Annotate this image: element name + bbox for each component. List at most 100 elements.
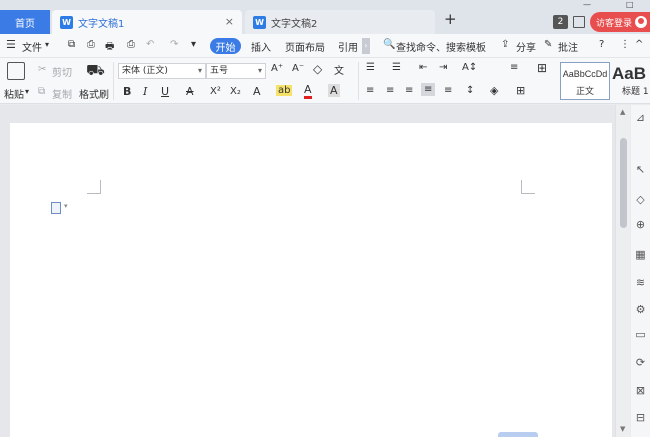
style-normal[interactable]: AaBbCcDd 正文: [560, 62, 610, 100]
maximize-button[interactable]: □: [626, 0, 634, 10]
paste-icon[interactable]: [7, 62, 25, 80]
outdent-button[interactable]: ⇤: [419, 62, 427, 73]
menu-bar: ☰ 文件 ▾ ⧉ ⎙ 🖶 ⎙ ↶ ↷ ▾ 开始 插入 页面布局 引用 › 🔍 查…: [0, 34, 650, 58]
more-options-icon[interactable]: ⋮: [620, 39, 630, 50]
align-center-button[interactable]: ≡: [386, 85, 394, 96]
guest-login-button[interactable]: 访客登录: [590, 12, 650, 32]
font-color-button[interactable]: A: [304, 84, 312, 99]
paste-button[interactable]: 粘贴: [4, 86, 24, 101]
tab-document-2[interactable]: W 文字文稿2: [245, 10, 435, 34]
window-count-badge[interactable]: 2: [553, 15, 568, 29]
command-search-input[interactable]: 查找命令、搜索模板: [396, 39, 486, 54]
share-button[interactable]: 分享: [516, 39, 536, 54]
export-pdf-icon[interactable]: ⎙: [87, 39, 95, 50]
highlight-button[interactable]: ab: [276, 85, 293, 96]
comment-icon[interactable]: ✎: [544, 39, 552, 50]
table-icon[interactable]: ▦: [634, 248, 647, 261]
style-normal-sample: AaBbCcDd: [562, 69, 608, 79]
superscript-button[interactable]: X²: [210, 86, 221, 97]
tab-home[interactable]: 首页: [0, 10, 50, 34]
bullets-button[interactable]: ☰: [366, 62, 375, 73]
collapse-ribbon-icon[interactable]: ^: [635, 39, 643, 50]
bold-button[interactable]: B: [123, 85, 131, 98]
underline-button[interactable]: U: [161, 85, 169, 98]
select-cursor-icon[interactable]: ↖: [634, 163, 647, 176]
scroll-up-icon[interactable]: ▲: [620, 108, 625, 116]
wrap-text-icon[interactable]: ≋: [634, 276, 647, 289]
settings-icon[interactable]: ⚙: [634, 303, 647, 316]
italic-button[interactable]: I: [143, 85, 147, 98]
table-border-button[interactable]: ⊞: [516, 84, 525, 97]
distributed-align-button[interactable]: ≡: [444, 85, 452, 96]
comment-button[interactable]: 批注: [558, 39, 578, 54]
tab-document-1[interactable]: W 文字文稿1 ×: [52, 10, 242, 34]
scroll-down-icon[interactable]: ▼: [620, 425, 625, 433]
align-left-button[interactable]: ≡: [366, 85, 374, 96]
file-caret-icon[interactable]: ▾: [45, 40, 49, 49]
subscript-button[interactable]: X₂: [230, 86, 241, 97]
panel-icon[interactable]: ▭: [634, 328, 647, 341]
tab-document-1-label: 文字文稿1: [78, 18, 125, 30]
redo-icon[interactable]: ↷: [170, 39, 178, 50]
shading-button[interactable]: ◈: [490, 84, 498, 97]
help-icon[interactable]: ?: [599, 39, 604, 50]
undo-icon[interactable]: ↶: [146, 39, 154, 50]
cut-button[interactable]: 剪切: [52, 64, 72, 79]
more-tabs-chevron-icon[interactable]: ›: [362, 38, 370, 54]
paragraph-caret-icon[interactable]: ▾: [64, 202, 68, 210]
backup-icon[interactable]: ⊠: [634, 384, 647, 397]
text-direction-button[interactable]: A↕: [462, 62, 477, 73]
line-spacing-button[interactable]: ≡: [510, 62, 518, 73]
tab-reference[interactable]: 引用: [338, 39, 358, 54]
font-name-select[interactable]: 宋体 (正文): [118, 63, 206, 79]
customize-toolbar-icon[interactable]: ▾: [191, 39, 196, 50]
pinyin-icon[interactable]: 文: [334, 62, 344, 77]
copy-icon[interactable]: ⧉: [38, 86, 45, 97]
style-heading-label: 标题 1: [622, 87, 649, 97]
share-icon[interactable]: ⇪: [501, 39, 509, 50]
layout-switch-icon[interactable]: [573, 16, 585, 28]
hamburger-menu-icon[interactable]: ☰: [6, 38, 16, 51]
copy-button[interactable]: 复制: [52, 86, 72, 101]
new-tab-button[interactable]: +: [444, 10, 457, 28]
vertical-scrollbar[interactable]: ▲ ▼: [615, 105, 630, 437]
indent-button[interactable]: ⇥: [439, 62, 447, 73]
cut-icon[interactable]: ✂: [38, 64, 46, 75]
tab-start[interactable]: 开始: [210, 38, 241, 54]
grow-font-icon[interactable]: A⁺: [271, 63, 283, 74]
print-preview-icon[interactable]: ⎙: [127, 39, 135, 50]
document-page[interactable]: ▾: [10, 123, 612, 437]
format-painter-icon[interactable]: ⛟: [86, 61, 105, 81]
tab-page-layout[interactable]: 页面布局: [285, 39, 325, 54]
paragraph-spacing-button[interactable]: ↕: [466, 85, 474, 96]
align-right-button[interactable]: ≡: [405, 85, 413, 96]
scrollbar-thumb[interactable]: [620, 138, 627, 228]
search-icon[interactable]: 🔍: [383, 39, 395, 50]
refresh-icon[interactable]: ⟳: [634, 356, 647, 369]
strikethrough-button[interactable]: A: [186, 85, 194, 98]
save-icon[interactable]: ⧉: [68, 39, 75, 50]
style-normal-label: 正文: [575, 87, 594, 97]
clear-format-icon[interactable]: ◇: [313, 62, 322, 76]
paste-caret-icon[interactable]: ▾: [25, 87, 29, 96]
print-icon[interactable]: 🖶: [105, 39, 114, 56]
status-indicator[interactable]: [498, 432, 538, 437]
insert-icon[interactable]: ⊕: [634, 218, 647, 231]
format-painter-button[interactable]: 格式刷: [79, 86, 109, 101]
text-effect-button[interactable]: A: [253, 85, 261, 98]
character-shading-button[interactable]: A: [328, 84, 340, 97]
numbering-button[interactable]: ☰: [392, 62, 401, 73]
paragraph-doc-icon[interactable]: [51, 202, 61, 214]
borders-button[interactable]: ⊞: [537, 61, 547, 75]
tab-insert[interactable]: 插入: [251, 39, 271, 54]
close-tab-icon[interactable]: ×: [225, 15, 234, 28]
shape-outline-icon[interactable]: ◇: [634, 193, 647, 206]
style-heading-1[interactable]: AaB 标题 1: [612, 62, 650, 100]
menu-file[interactable]: 文件: [22, 39, 42, 54]
archive-icon[interactable]: ⊟: [634, 411, 647, 424]
minimize-button[interactable]: —: [583, 0, 591, 10]
shrink-font-icon[interactable]: A⁻: [292, 63, 304, 74]
shape-icon[interactable]: ⊿: [634, 111, 647, 124]
font-size-select[interactable]: 五号: [206, 63, 266, 79]
justify-button[interactable]: ≡: [421, 83, 436, 96]
